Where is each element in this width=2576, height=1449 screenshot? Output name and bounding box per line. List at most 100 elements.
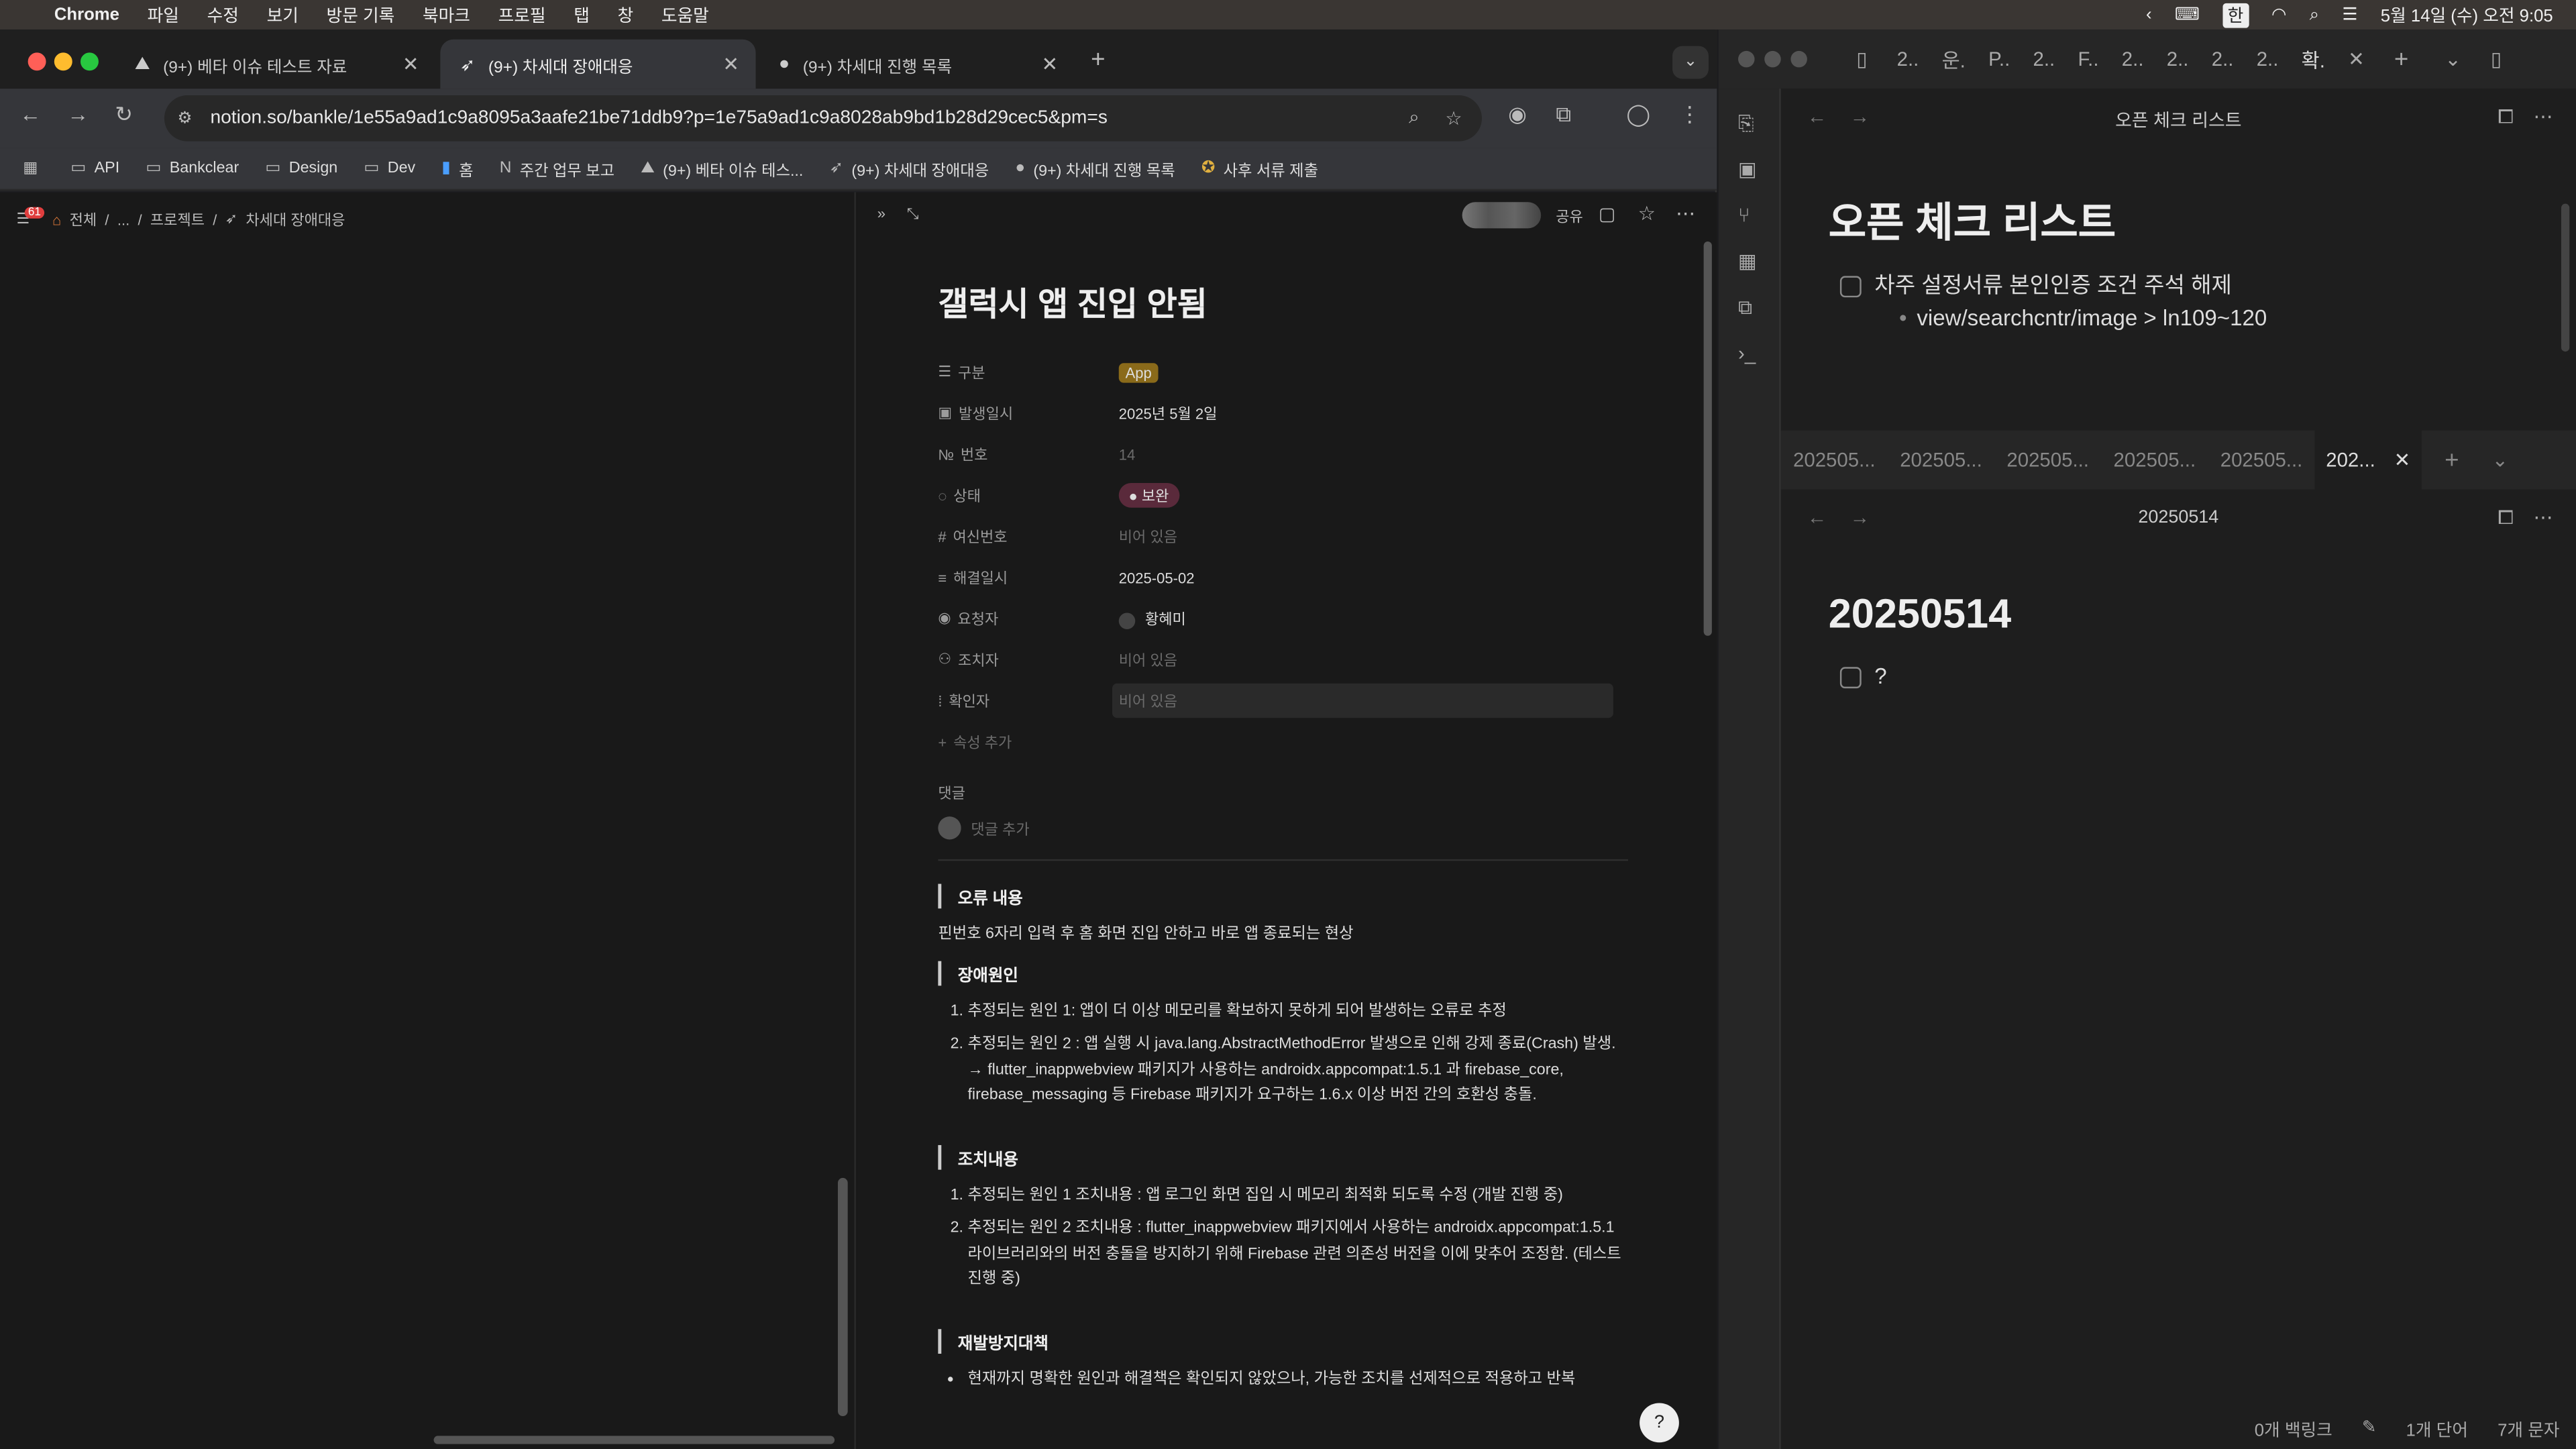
- obs-subtab[interactable]: 202505...: [1888, 449, 1994, 472]
- list-item[interactable]: 추정되는 원인 2 조치내용 : flutter_inappwebview 패키…: [967, 1216, 1627, 1292]
- menu-app[interactable]: Chrome: [54, 5, 119, 24]
- obs-tab[interactable]: 2..: [1897, 48, 1919, 70]
- prop-value[interactable]: 비어 있음: [1119, 526, 1177, 547]
- list-item[interactable]: • view/searchcntr/image > ln109~120: [1899, 306, 2267, 331]
- obs-tab[interactable]: 운.: [1942, 45, 1966, 73]
- add-property-button[interactable]: + 속성 추가: [938, 721, 1628, 762]
- more-icon[interactable]: ⋯: [1676, 202, 1695, 225]
- list-item[interactable]: 현재까지 명확한 원인과 해결책은 확인되지 않았으나, 가능한 조치를 선제적…: [967, 1366, 1627, 1391]
- prop-value[interactable]: 비어 있음: [1119, 649, 1177, 670]
- status-badge[interactable]: ● 보완: [1118, 483, 1179, 508]
- add-comment-input[interactable]: 댓글 추가: [938, 816, 1628, 840]
- chevron-left-icon[interactable]: ‹: [2146, 5, 2152, 24]
- obs-tab[interactable]: 2..: [2122, 48, 2144, 70]
- help-button[interactable]: ?: [1640, 1403, 1679, 1443]
- chevron-down-icon[interactable]: ⌄: [2492, 449, 2509, 472]
- reading-view-icon[interactable]: ⧠: [2498, 506, 2514, 531]
- section-action[interactable]: 조치내용: [938, 1144, 1628, 1169]
- profile-icon[interactable]: ◯: [1627, 102, 1651, 128]
- close-icon[interactable]: ✕: [2394, 449, 2411, 472]
- chevron-down-icon[interactable]: ⌄: [2445, 48, 2461, 70]
- calendar-icon[interactable]: ▣: [1738, 158, 1757, 180]
- close-window-button[interactable]: [28, 52, 46, 71]
- list-item[interactable]: 추정되는 원인 2 : 앱 실행 시 java.lang.AbstractMet…: [967, 1032, 1627, 1108]
- prop-value[interactable]: 2025년 5월 2일: [1119, 402, 1218, 424]
- minimize-window-button[interactable]: [1764, 50, 1781, 68]
- section-cause[interactable]: 장애원인: [938, 960, 1628, 985]
- task-checkbox[interactable]: [1839, 667, 1862, 688]
- vertical-scrollbar[interactable]: [2561, 203, 2570, 352]
- zoom-window-button[interactable]: [1790, 50, 1807, 68]
- prop-verifier[interactable]: ⁞ 확인자 비어 있음: [938, 680, 1628, 721]
- close-icon[interactable]: ✕: [2348, 48, 2365, 70]
- menu-history[interactable]: 방문 기록: [327, 3, 395, 28]
- close-window-button[interactable]: [1738, 50, 1755, 68]
- obs-tab[interactable]: 2..: [2167, 48, 2189, 70]
- close-icon[interactable]: ✕: [1042, 52, 1059, 75]
- right-sidebar-toggle-icon[interactable]: ▯: [2491, 48, 2502, 70]
- crumb-projects[interactable]: 프로젝트: [150, 209, 205, 230]
- zoom-icon[interactable]: ⌕: [1409, 107, 1419, 129]
- bookmark-home[interactable]: ▮ 홈: [441, 157, 473, 180]
- new-tab-button[interactable]: +: [2394, 45, 2408, 73]
- menu-view[interactable]: 보기: [267, 3, 299, 28]
- obs-subtab[interactable]: 202505...: [2101, 449, 2208, 472]
- clock[interactable]: 5월 14일 (수) 오전 9:05: [2381, 3, 2553, 28]
- share-button[interactable]: 공유: [1556, 205, 1583, 227]
- prop-resolved[interactable]: ≡ 해결일시 2025-05-02: [938, 557, 1628, 598]
- menu-help[interactable]: 도움말: [661, 3, 709, 28]
- page-title[interactable]: 갤럭시 앱 진입 안됨: [938, 278, 1628, 325]
- prop-value[interactable]: 황혜미: [1118, 608, 1186, 629]
- edit-pencil-icon[interactable]: ✎: [2362, 1417, 2377, 1442]
- spotlight-icon[interactable]: ⌕: [2310, 4, 2319, 25]
- more-icon[interactable]: ⋯: [2533, 105, 2553, 128]
- bookmark-design[interactable]: ▭ Design: [265, 160, 337, 178]
- obs-tab[interactable]: 2..: [2212, 48, 2234, 70]
- bookmark-beta[interactable]: ⛰ (9+) 베타 이슈 테스...: [641, 157, 803, 180]
- avatar-group[interactable]: [1462, 202, 1542, 229]
- expand-icon[interactable]: ⤡: [907, 205, 919, 223]
- prop-status[interactable]: ◌ 상태 ● 보완: [938, 475, 1628, 516]
- bookmark-bankclear[interactable]: ▭ Bankclear: [146, 160, 239, 178]
- section-prevention[interactable]: 재발방지대책: [938, 1328, 1628, 1353]
- menu-file[interactable]: 파일: [148, 3, 179, 28]
- prop-value[interactable]: 2025-05-02: [1119, 570, 1195, 586]
- note-heading[interactable]: 오픈 체크 리스트: [1829, 191, 2116, 250]
- keyboard-icon[interactable]: ⌨: [2175, 5, 2200, 24]
- bookmark-api[interactable]: ▭ API: [70, 160, 119, 178]
- obs-tab[interactable]: 2..: [2257, 48, 2279, 70]
- note-heading[interactable]: 20250514: [1829, 592, 2011, 639]
- obs-subtab[interactable]: 202505...: [2208, 449, 2314, 472]
- zoom-window-button[interactable]: [80, 52, 99, 71]
- category-tag[interactable]: App: [1118, 362, 1159, 382]
- more-icon[interactable]: ⋯: [2533, 506, 2553, 529]
- site-info-icon[interactable]: ⚙: [177, 109, 192, 127]
- obs-subtab[interactable]: 202505...: [1781, 449, 1888, 472]
- extensions-icon[interactable]: ⧉: [1556, 102, 1571, 128]
- bookmark-progress[interactable]: ● (9+) 차세대 진행 목록: [1015, 157, 1175, 180]
- obs-tab[interactable]: 2..: [2033, 48, 2055, 70]
- obs-subtab-active[interactable]: 202... ✕: [2314, 430, 2422, 490]
- minimize-window-button[interactable]: [54, 52, 72, 71]
- terminal-icon[interactable]: ›_: [1738, 341, 1756, 364]
- tab-progress-list[interactable]: ● (9+) 차세대 진행 목록 ✕: [759, 40, 1074, 89]
- bookmark-star-icon[interactable]: ☆: [1445, 107, 1462, 129]
- menu-profile[interactable]: 프로필: [498, 3, 546, 28]
- crumb-incident[interactable]: 차세대 장애대응: [246, 209, 345, 230]
- obs-tab-active[interactable]: 확.: [2302, 45, 2325, 73]
- obs-tab[interactable]: F..: [2078, 48, 2098, 70]
- task-item[interactable]: 차주 설정서류 본인인증 조건 주석 해제: [1839, 266, 2232, 299]
- reading-view-icon[interactable]: ⧠: [2498, 105, 2514, 130]
- bookmark-docs[interactable]: ✪ 사후 서류 제출: [1201, 157, 1318, 180]
- close-peek-icon[interactable]: »: [877, 205, 885, 221]
- wifi-icon[interactable]: ◠: [2271, 5, 2286, 24]
- prop-value[interactable]: 비어 있음: [1112, 683, 1613, 718]
- list-item[interactable]: 추정되는 원인 1: 앱이 더 이상 메모리를 확보하지 못하게 되어 발생하는…: [967, 998, 1627, 1024]
- file-icon[interactable]: ⎘: [1738, 112, 1754, 137]
- section-error[interactable]: 오류 내용: [938, 883, 1628, 909]
- obs-tab[interactable]: P..: [1988, 48, 2010, 70]
- vertical-scrollbar[interactable]: [837, 1177, 848, 1417]
- task-checkbox[interactable]: [1839, 276, 1862, 298]
- menu-bookmarks[interactable]: 북마크: [423, 3, 470, 28]
- menu-kebab-icon[interactable]: ⋮: [1679, 102, 1701, 128]
